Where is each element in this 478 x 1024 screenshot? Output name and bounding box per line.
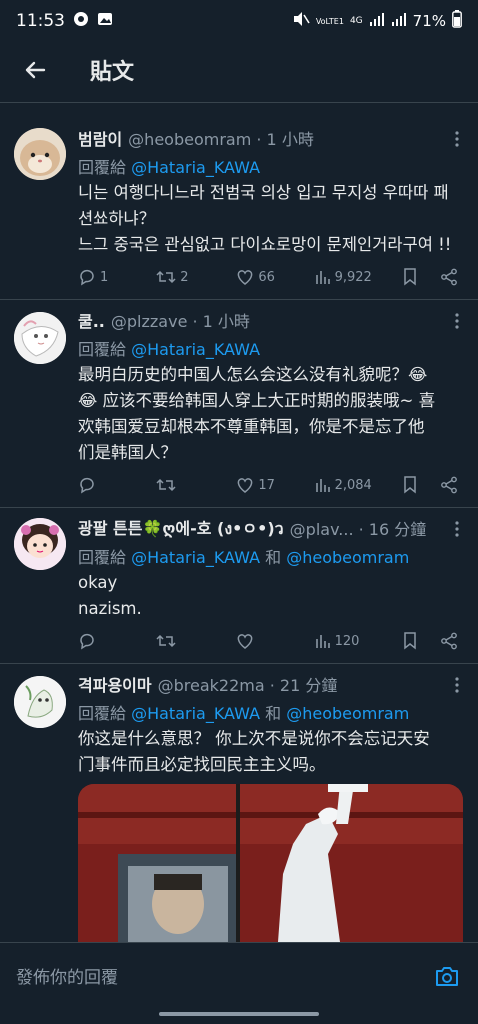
share-icon bbox=[441, 476, 457, 494]
signal-icon bbox=[369, 12, 385, 30]
share-button[interactable] bbox=[440, 632, 458, 650]
action-bar: 1 2 66 9,922 bbox=[78, 266, 458, 288]
more-options-icon[interactable] bbox=[450, 520, 464, 538]
reply-input[interactable]: 發佈你的回覆 bbox=[16, 963, 118, 988]
reply-icon bbox=[80, 269, 94, 286]
battery-percent: 71% bbox=[412, 12, 446, 30]
reply-composer[interactable]: 發佈你的回覆 bbox=[0, 942, 478, 1008]
bookmark-button[interactable] bbox=[403, 632, 430, 650]
gallery-icon bbox=[97, 11, 113, 32]
views-button[interactable]: 120 bbox=[315, 633, 403, 649]
mute-icon bbox=[292, 11, 310, 31]
bar-chart-icon bbox=[315, 271, 330, 284]
display-name[interactable]: 광팔 튼튼🍀ღ에-호 (ง•ㅇ•)ว bbox=[78, 516, 284, 540]
network-gen: 4G bbox=[349, 16, 363, 26]
share-button[interactable] bbox=[440, 476, 458, 494]
signal-icon-2 bbox=[391, 12, 407, 30]
tweet-text: 最明白历史的中国人怎么会这么没有礼貌呢？😂 😂 应该不要给韩国人穿上大正时期的服… bbox=[78, 365, 436, 462]
retweet-button[interactable] bbox=[156, 632, 236, 650]
avatar[interactable] bbox=[14, 128, 66, 180]
views-button[interactable]: 9,922 bbox=[315, 269, 403, 285]
avatar[interactable] bbox=[14, 518, 66, 570]
tweet-text: 你这是什么意思？ 你上次不是说你不会忘记天安 门事件而且必定找回民主主义吗。 bbox=[78, 729, 430, 774]
retweet-button[interactable] bbox=[156, 476, 236, 494]
handle-time[interactable]: @plav... · 16 分鐘 bbox=[290, 516, 427, 540]
camera-button[interactable] bbox=[432, 961, 462, 991]
mention-link[interactable]: @Hataria_KAWA bbox=[131, 548, 260, 567]
reply-context: 回覆給 @Hataria_KAWA 和 @heobeomram bbox=[78, 548, 410, 567]
display-name[interactable]: 격파용이마 bbox=[78, 672, 152, 696]
share-button[interactable] bbox=[440, 268, 458, 286]
status-time: 11:53 bbox=[16, 11, 65, 31]
reply-context: 回覆給 @Hataria_KAWA bbox=[78, 158, 261, 177]
mention-link[interactable]: @Hataria_KAWA bbox=[131, 340, 260, 359]
mention-link[interactable]: @Hataria_KAWA bbox=[131, 704, 260, 723]
retweet-button[interactable]: 2 bbox=[156, 268, 236, 286]
retweet-icon bbox=[156, 634, 176, 648]
mention-link[interactable]: @Hataria_KAWA bbox=[131, 158, 260, 177]
reply-button[interactable] bbox=[78, 632, 156, 650]
top-app-bar: 貼文 bbox=[0, 42, 478, 98]
retweet-icon bbox=[156, 270, 176, 284]
more-options-icon[interactable] bbox=[450, 676, 464, 694]
tweet[interactable]: 쿨.. @plzzave · 1 小時 回覆給 @Hataria_KAWA 最明白… bbox=[0, 300, 478, 505]
like-button[interactable]: 17 bbox=[236, 477, 314, 493]
reply-context: 回覆給 @Hataria_KAWA bbox=[78, 340, 261, 359]
mention-link[interactable]: @heobeomram bbox=[286, 548, 409, 567]
page-title: 貼文 bbox=[90, 60, 135, 85]
reply-button[interactable] bbox=[78, 476, 156, 494]
network-label: VoLTE1 bbox=[315, 16, 344, 26]
retweet-icon bbox=[156, 478, 176, 492]
reply-icon bbox=[80, 477, 94, 494]
handle-time[interactable]: @heobeomram · 1 小時 bbox=[128, 126, 314, 150]
camera-icon bbox=[436, 966, 458, 986]
tweet[interactable]: 범람이 @heobeomram · 1 小時 回覆給 @Hataria_KAWA … bbox=[0, 118, 478, 298]
heart-icon bbox=[238, 634, 253, 649]
like-button[interactable]: 66 bbox=[236, 269, 314, 285]
chat-bubble-icon bbox=[73, 11, 89, 32]
share-icon bbox=[441, 632, 457, 650]
action-bar: 17 2,084 bbox=[78, 474, 458, 496]
reply-icon bbox=[80, 633, 94, 650]
back-button[interactable] bbox=[0, 42, 70, 98]
bar-chart-icon bbox=[315, 635, 330, 648]
avatar[interactable] bbox=[14, 312, 66, 364]
bookmark-icon bbox=[403, 632, 416, 650]
handle-time[interactable]: @break22ma · 21 分鐘 bbox=[158, 672, 338, 696]
views-button[interactable]: 2,084 bbox=[315, 477, 403, 493]
status-bar: 11:53 VoLTE1 4G 71% bbox=[0, 0, 478, 42]
heart-icon bbox=[238, 478, 253, 493]
bar-chart-icon bbox=[315, 479, 330, 492]
bookmark-icon bbox=[403, 476, 416, 494]
tweet[interactable]: 광팔 튼튼🍀ღ에-호 (ง•ㅇ•)ว @plav... · 16 分鐘 回覆給 @… bbox=[0, 508, 478, 663]
home-indicator bbox=[159, 1012, 319, 1016]
arrow-left-icon bbox=[25, 61, 46, 79]
attached-photo[interactable] bbox=[78, 784, 463, 942]
bookmark-button[interactable] bbox=[403, 268, 430, 286]
handle-time[interactable]: @plzzave · 1 小時 bbox=[111, 308, 250, 332]
action-bar: 120 bbox=[78, 630, 458, 652]
mention-link[interactable]: @heobeomram bbox=[286, 704, 409, 723]
reply-button[interactable]: 1 bbox=[78, 268, 156, 286]
reply-context: 回覆給 @Hataria_KAWA 和 @heobeomram bbox=[78, 704, 410, 723]
like-button[interactable] bbox=[236, 633, 314, 649]
share-icon bbox=[441, 268, 457, 286]
bookmark-button[interactable] bbox=[403, 476, 430, 494]
heart-icon bbox=[238, 270, 253, 285]
battery-icon bbox=[452, 10, 462, 32]
tweet-text: okay nazism. bbox=[78, 573, 142, 618]
avatar[interactable] bbox=[14, 676, 66, 728]
tweet-text: 니는 여행다니느라 전범국 의상 입고 무지성 우따따 패 션쑈하냐？ 느그 중… bbox=[78, 183, 452, 254]
more-options-icon[interactable] bbox=[450, 312, 464, 330]
display-name[interactable]: 범람이 bbox=[78, 126, 122, 150]
bookmark-icon bbox=[403, 268, 416, 286]
tweet[interactable]: 격파용이마 @break22ma · 21 分鐘 回覆給 @Hataria_KAW… bbox=[0, 664, 478, 942]
display-name[interactable]: 쿨.. bbox=[78, 308, 105, 332]
more-options-icon[interactable] bbox=[450, 130, 464, 148]
divider bbox=[0, 102, 478, 103]
